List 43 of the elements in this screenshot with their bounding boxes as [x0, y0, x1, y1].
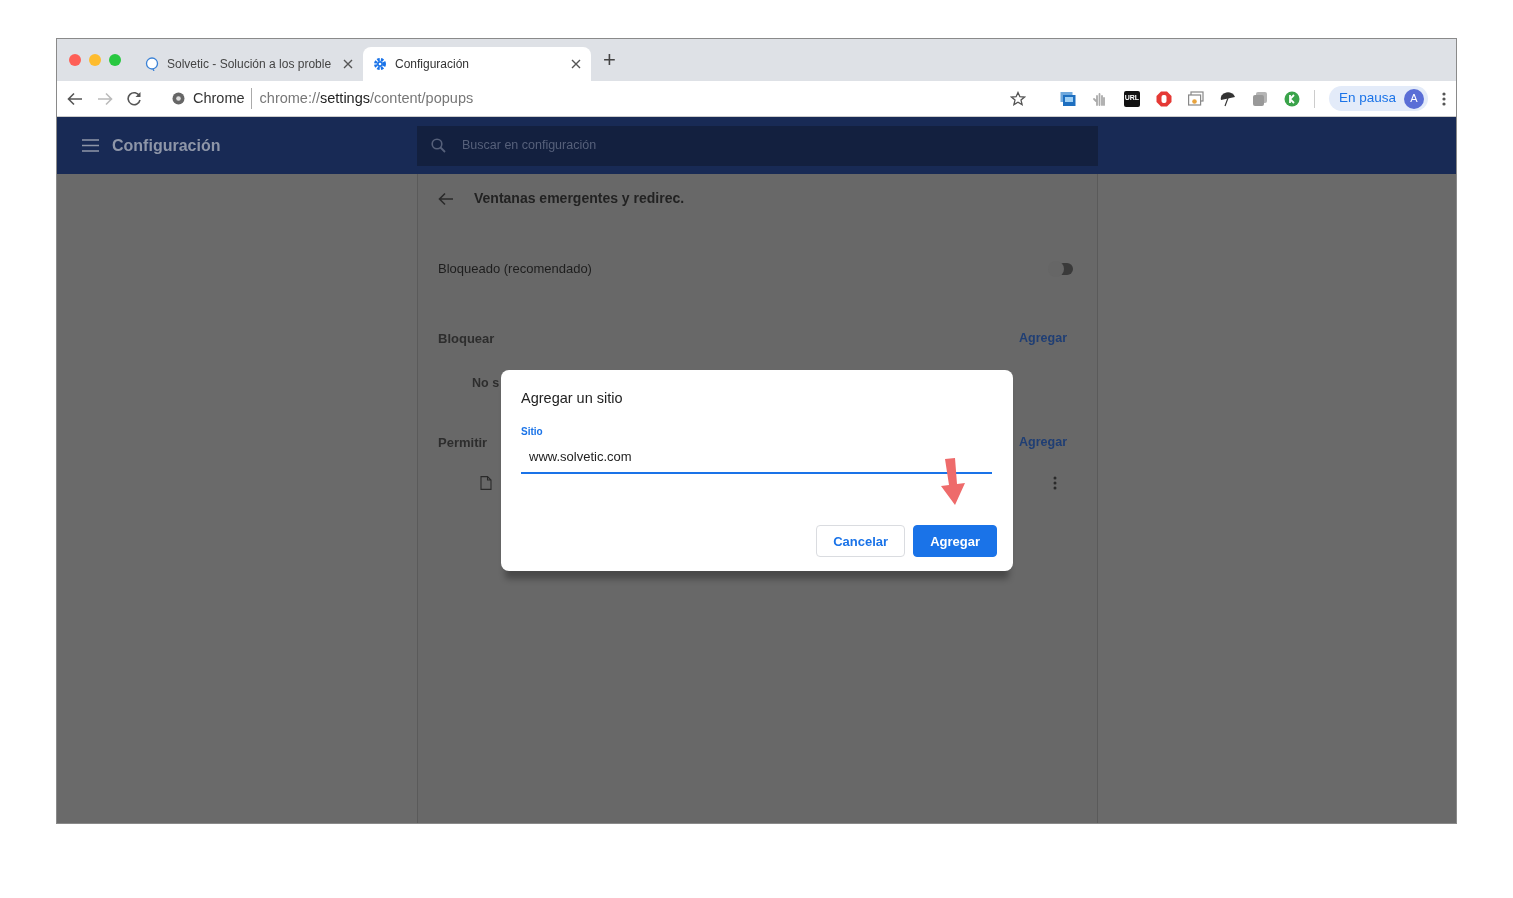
- more-vertical-icon[interactable]: [1442, 91, 1446, 106]
- add-button[interactable]: Agregar: [913, 525, 997, 558]
- back-arrow-icon[interactable]: [438, 191, 454, 206]
- back-arrow-icon[interactable]: [67, 91, 83, 106]
- menu-icon[interactable]: [82, 139, 99, 152]
- file-icon: [480, 476, 492, 491]
- search-icon: [431, 138, 446, 153]
- settings-title: Configuración: [112, 135, 221, 156]
- search-field[interactable]: Buscar en configuración: [417, 125, 1098, 166]
- stop-hand-icon[interactable]: [1155, 90, 1172, 107]
- setting-label: Bloqueado (recomendado): [438, 260, 592, 278]
- address-text[interactable]: chrome://settings/content/popups: [259, 87, 474, 110]
- window-control-icon[interactable]: [69, 54, 81, 66]
- search-input[interactable]: Buscar en configuración: [460, 135, 1084, 156]
- tab-title: Solvetic - Solución a los proble: [167, 56, 333, 73]
- tab-title: Configuración: [395, 56, 471, 73]
- forward-arrow-icon[interactable]: [97, 91, 113, 106]
- new-tab-button[interactable]: +: [591, 49, 628, 71]
- section-heading: Permitir: [438, 433, 488, 452]
- empty-list-text: No s: [472, 375, 501, 392]
- page-title: Ventanas emergentes y redirec.: [474, 189, 685, 208]
- k-circle-icon[interactable]: [1283, 90, 1300, 107]
- picture-icon[interactable]: [1059, 90, 1076, 107]
- site-label: Chrome: [193, 87, 252, 110]
- cancel-button[interactable]: Cancelar: [816, 525, 906, 558]
- globe-icon: [172, 92, 185, 105]
- close-icon[interactable]: [343, 59, 353, 69]
- profile-button[interactable]: En pausa A: [1328, 86, 1428, 111]
- section-heading: Bloquear: [438, 329, 495, 348]
- toggle-switch[interactable]: [1051, 262, 1073, 275]
- windows-icon[interactable]: [1187, 90, 1204, 107]
- browser-tab[interactable]: Configuración: [363, 47, 591, 81]
- dialog-title: Agregar un sitio: [521, 389, 624, 408]
- speech-bubble-icon: [145, 57, 159, 71]
- browser-tab[interactable]: Solvetic - Solución a los proble: [135, 47, 363, 81]
- umbrella-icon[interactable]: [1219, 90, 1236, 107]
- gear-icon: [373, 57, 387, 71]
- hand-icon[interactable]: [1091, 90, 1108, 107]
- field-label: Sitio: [521, 424, 544, 439]
- star-icon[interactable]: [1009, 90, 1026, 107]
- close-icon[interactable]: [571, 59, 581, 69]
- reload-icon[interactable]: [127, 91, 142, 106]
- copy-icon[interactable]: [1251, 90, 1268, 107]
